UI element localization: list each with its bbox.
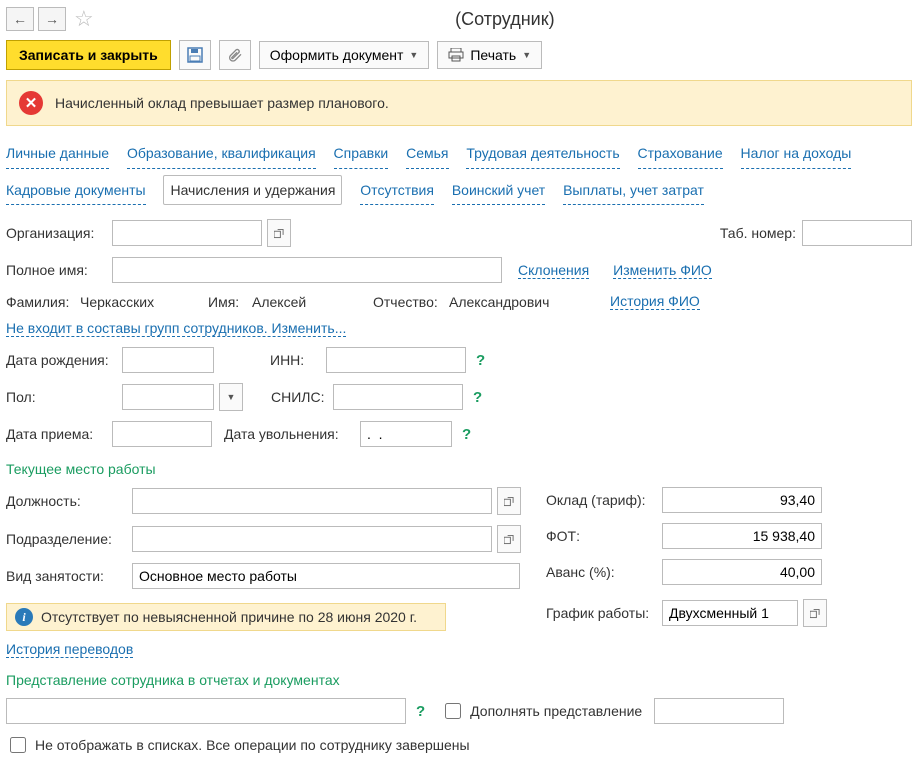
label-employment: Вид занятости: [6,568,126,584]
label-schedule: График работы: [546,605,656,621]
tabs-row1: Личные данные Образование, квалификация … [6,140,912,169]
open-icon [810,608,820,619]
tab-accruals[interactable]: Начисления и удержания [163,175,342,206]
open-icon [504,496,514,507]
division-input[interactable] [132,526,492,552]
birthdate-input[interactable] [122,347,214,373]
favorite-star-icon[interactable]: ☆ [74,6,94,32]
position-open-button[interactable] [497,487,521,515]
fot-input[interactable] [662,523,822,549]
label-position: Должность: [6,493,126,509]
label-hiredate: Дата приема: [6,426,106,442]
label-tabnum: Таб. номер: [720,225,796,241]
tab-payments[interactable]: Выплаты, учет затрат [563,177,704,206]
label-advance: Аванс (%): [546,564,656,580]
label-fullname: Полное имя: [6,262,106,278]
help-firedate[interactable]: ? [462,426,471,443]
form-document-button[interactable]: Оформить документ ▼ [259,41,430,69]
attach-button[interactable] [219,40,251,70]
label-snils: СНИЛС: [271,389,327,405]
help-representation[interactable]: ? [416,703,425,720]
tab-employment[interactable]: Трудовая деятельность [466,140,619,169]
save-button[interactable] [179,40,211,70]
tab-absence[interactable]: Отсутствия [360,177,434,206]
sex-input[interactable] [122,384,214,410]
label-firstname: Имя: [208,294,246,310]
window-title: (Сотрудник) [98,9,912,30]
help-snils[interactable]: ? [473,389,482,406]
label-birthdate: Дата рождения: [6,352,116,368]
help-inn[interactable]: ? [476,352,485,369]
declensions-link[interactable]: Склонения [518,262,589,279]
floppy-icon [187,47,203,63]
sex-dropdown-button[interactable]: ▼ [219,383,243,411]
tab-military[interactable]: Воинский учет [452,177,545,206]
advance-input[interactable] [662,559,822,585]
tabs-row2: Кадровые документы Начисления и удержани… [6,175,912,206]
schedule-open-button[interactable] [803,599,827,627]
chevron-down-icon: ▼ [522,50,531,60]
absence-info: i Отсутствует по невыясненной причине по… [6,603,446,631]
org-open-button[interactable] [267,219,291,247]
label-division: Подразделение: [6,531,126,547]
alert-text: Начисленный оклад превышает размер плано… [55,95,389,111]
representation-input[interactable] [6,698,406,724]
printer-icon [448,48,464,62]
value-firstname: Алексей [252,294,367,310]
label-lastname: Фамилия: [6,294,74,310]
label-sex: Пол: [6,389,116,405]
supplement-repr-input[interactable] [654,698,784,724]
heading-current-workplace: Текущее место работы [6,461,912,477]
label-inn: ИНН: [270,352,320,368]
tabnum-input[interactable] [802,220,912,246]
not-show-checkbox[interactable]: Не отображать в списках. Все операции по… [6,734,470,756]
groups-link[interactable]: Не входит в составы групп сотрудников. И… [6,320,346,337]
label-fot: ФОТ: [546,528,656,544]
employment-input[interactable] [132,563,520,589]
schedule-input[interactable] [662,600,798,626]
absence-text: Отсутствует по невыясненной причине по 2… [41,609,417,625]
tab-insurance[interactable]: Страхование [638,140,723,169]
label-salary: Оклад (тариф): [546,492,656,508]
value-patronymic: Александрович [449,294,594,310]
paperclip-icon [227,47,243,63]
history-fio-link[interactable]: История ФИО [610,293,700,310]
org-input[interactable] [112,220,262,246]
division-open-button[interactable] [497,525,521,553]
tab-education[interactable]: Образование, квалификация [127,140,316,169]
salary-input[interactable] [662,487,822,513]
tab-tax[interactable]: Налог на доходы [741,140,852,169]
snils-input[interactable] [333,384,463,410]
tab-family[interactable]: Семья [406,140,448,169]
nav-forward-button[interactable]: → [38,7,66,31]
error-icon: ✕ [19,91,43,115]
supplement-repr-checkbox[interactable]: Дополнять представление [441,700,642,722]
print-button[interactable]: Печать ▼ [437,41,542,69]
inn-input[interactable] [326,347,466,373]
save-close-button[interactable]: Записать и закрыть [6,40,171,70]
label-org: Организация: [6,225,106,241]
warning-alert: ✕ Начисленный оклад превышает размер пла… [6,80,912,126]
label-firedate: Дата увольнения: [224,426,354,442]
open-icon [274,228,284,239]
label-patronymic: Отчество: [373,294,443,310]
tab-personal[interactable]: Личные данные [6,140,109,169]
firedate-input[interactable] [360,421,452,447]
chevron-down-icon: ▼ [409,50,418,60]
tab-certificates[interactable]: Справки [334,140,389,169]
chevron-down-icon: ▼ [227,392,236,402]
value-lastname: Черкасских [80,294,202,310]
hiredate-input[interactable] [112,421,212,447]
nav-back-button[interactable]: ← [6,7,34,31]
change-fio-link[interactable]: Изменить ФИО [613,262,712,279]
fullname-input[interactable] [112,257,502,283]
tab-hr-docs[interactable]: Кадровые документы [6,177,146,206]
position-input[interactable] [132,488,492,514]
open-icon [504,534,514,545]
info-icon: i [15,608,33,626]
heading-representation: Представление сотрудника в отчетах и док… [6,672,912,688]
supplement-repr-check[interactable] [445,703,461,719]
transfer-history-link[interactable]: История переводов [6,641,133,658]
